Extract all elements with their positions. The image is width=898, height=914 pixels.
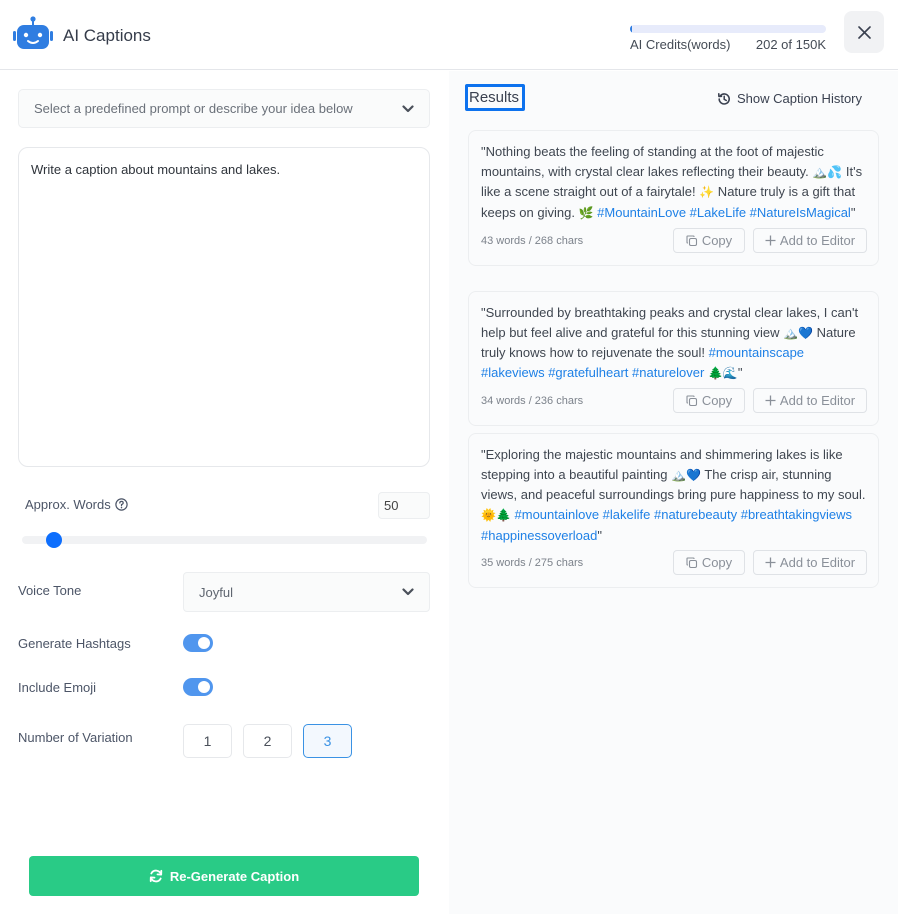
- ai-credits: AI Credits(words) 202 of 150K: [630, 25, 826, 52]
- regenerate-caption-button[interactable]: Re-Generate Caption: [29, 856, 419, 896]
- caption-segment: "Nothing beats the feeling of standing a…: [481, 144, 824, 179]
- chevron-down-icon: [402, 588, 414, 596]
- copy-button[interactable]: Copy: [673, 388, 745, 414]
- include-emoji-label: Include Emoji: [18, 680, 97, 695]
- variation-label: Number of Variation: [18, 730, 133, 745]
- words-slider[interactable]: [22, 532, 427, 548]
- settings-panel: Select a predefined prompt or describe y…: [0, 71, 449, 914]
- variation-option-1[interactable]: 1: [183, 724, 232, 758]
- caption-card: "Surrounded by breathtaking peaks and cr…: [468, 291, 879, 426]
- generate-hashtags-toggle[interactable]: [183, 634, 213, 652]
- copy-label: Copy: [701, 393, 733, 409]
- results-title: Results: [465, 84, 525, 111]
- voice-tone-select[interactable]: Joyful: [183, 572, 430, 612]
- prompt-select[interactable]: Select a predefined prompt or describe y…: [18, 89, 430, 128]
- copy-label: Copy: [701, 233, 733, 249]
- copy-icon: [686, 395, 697, 406]
- approx-words-input[interactable]: [378, 492, 430, 519]
- help-icon[interactable]: [115, 498, 128, 511]
- add-to-editor-button[interactable]: Add to Editor: [753, 228, 867, 254]
- emoji: ✨: [699, 185, 715, 200]
- emoji: 🏔️💙: [783, 325, 813, 340]
- hashtags: #mountainlove #lakelife #naturebeauty #b…: [481, 507, 853, 543]
- refresh-icon: [149, 869, 163, 883]
- plus-icon: [765, 395, 776, 406]
- history-icon: [718, 92, 730, 105]
- approx-words-label: Approx. Words: [25, 497, 128, 512]
- plus-icon: [765, 557, 776, 568]
- caption-segment: ": [737, 365, 743, 381]
- approx-words-text: Approx. Words: [25, 497, 111, 512]
- hashtags: #MountainLove #LakeLife #NatureIsMagical: [597, 205, 851, 221]
- add-to-editor-button[interactable]: Add to Editor: [753, 550, 867, 576]
- header: AI Captions AI Credits(words) 202 of 150…: [0, 0, 898, 70]
- caption-text: "Nothing beats the feeling of standing a…: [481, 142, 867, 224]
- add-to-editor-label: Add to Editor: [779, 393, 856, 409]
- caption-card: "Nothing beats the feeling of standing a…: [468, 130, 879, 266]
- copy-label: Copy: [701, 555, 733, 571]
- prompt-select-placeholder: Select a predefined prompt or describe y…: [34, 101, 353, 116]
- include-emoji-toggle[interactable]: [183, 678, 213, 696]
- variation-option-3[interactable]: 3: [303, 724, 352, 758]
- close-button[interactable]: [844, 11, 884, 53]
- caption-stats: 43 words / 268 chars: [481, 234, 584, 247]
- credits-label: AI Credits(words): [630, 37, 731, 52]
- close-icon: [857, 25, 871, 39]
- plus-icon: [765, 235, 776, 246]
- add-to-editor-button[interactable]: Add to Editor: [753, 388, 867, 414]
- copy-icon: [686, 235, 697, 246]
- credits-progress-fill: [630, 25, 632, 33]
- regenerate-label: Re-Generate Caption: [169, 868, 300, 884]
- chevron-down-icon: [402, 104, 414, 112]
- copy-icon: [686, 556, 697, 568]
- prompt-textarea[interactable]: Write a caption about mountains and lake…: [18, 147, 430, 467]
- caption-segment: ": [597, 527, 602, 543]
- emoji: 🌲🌊: [707, 366, 738, 381]
- results-panel: Results Show Caption History "Nothing be…: [449, 71, 898, 914]
- caption-segment: ": [850, 205, 856, 221]
- variation-option-2[interactable]: 2: [243, 724, 292, 758]
- credits-value: 202 of 150K: [755, 37, 826, 52]
- slider-thumb[interactable]: [46, 532, 63, 548]
- add-to-editor-label: Add to Editor: [779, 233, 856, 249]
- show-caption-history-button[interactable]: Show Caption History: [717, 91, 862, 106]
- toggle-knob: [198, 637, 210, 649]
- app-title: AI Captions: [63, 26, 151, 45]
- add-to-editor-label: Add to Editor: [779, 555, 856, 571]
- toggle-knob: [198, 681, 210, 693]
- copy-button[interactable]: Copy: [673, 550, 745, 576]
- caption-stats: 35 words / 275 chars: [481, 556, 584, 569]
- emoji: 🏔️💙: [671, 467, 701, 482]
- robot-logo-icon: [13, 16, 53, 49]
- caption-text: "Exploring the majestic mountains and sh…: [481, 445, 867, 546]
- voice-tone-value: Joyful: [199, 584, 233, 600]
- copy-button[interactable]: Copy: [673, 228, 745, 254]
- emoji: 🌞🌲: [481, 508, 511, 523]
- voice-tone-label: Voice Tone: [18, 583, 82, 598]
- emoji: 🏔️💦: [812, 164, 843, 179]
- caption-stats: 34 words / 236 chars: [481, 394, 584, 407]
- caption-text: "Surrounded by breathtaking peaks and cr…: [481, 303, 867, 384]
- generate-hashtags-label: Generate Hashtags: [18, 636, 131, 651]
- emoji: 🌿: [578, 206, 594, 221]
- credits-progress-bar: [630, 25, 826, 33]
- history-label: Show Caption History: [737, 91, 862, 106]
- caption-card: "Exploring the majestic mountains and sh…: [468, 433, 879, 588]
